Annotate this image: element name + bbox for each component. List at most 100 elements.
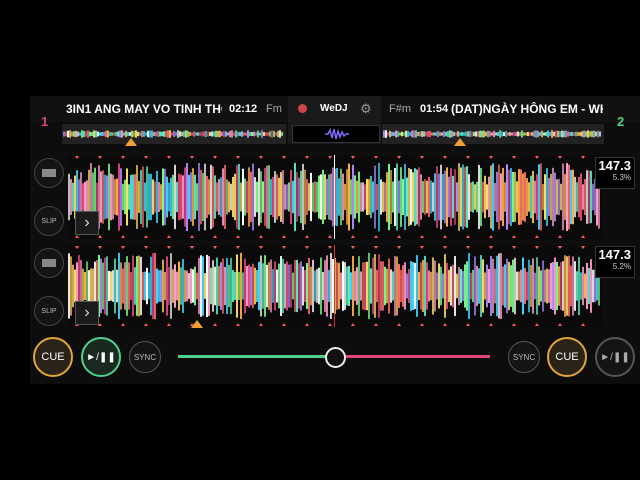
beat-marker (420, 323, 424, 326)
deck2-slip-button[interactable]: SLIP (34, 296, 64, 326)
beat-marker (167, 156, 171, 159)
beat-marker (98, 246, 102, 249)
crossfader-knob[interactable] (325, 347, 346, 368)
beat-marker (282, 235, 286, 238)
beat-marker (512, 246, 516, 249)
deck2-playhead (334, 245, 335, 327)
beat-marker (443, 246, 447, 249)
beat-marker (190, 246, 194, 249)
beat-marker (374, 235, 378, 238)
beat-marker (397, 156, 401, 159)
waveform-toggle[interactable] (292, 125, 380, 143)
deck1-play-pause-button[interactable]: ►/❚❚ (81, 337, 121, 377)
beat-marker (75, 156, 79, 159)
deck2-pitch: 5.2% (612, 262, 631, 271)
beat-marker (259, 323, 263, 326)
beat-marker (466, 156, 470, 159)
beat-marker (305, 156, 309, 159)
beat-marker (420, 235, 424, 238)
beat-marker (282, 323, 286, 326)
beat-marker (259, 156, 263, 159)
beat-marker (351, 246, 355, 249)
deck1-time: 02:12 (229, 103, 258, 115)
deck2-view-button[interactable] (34, 248, 64, 278)
gear-icon[interactable]: ⚙ (360, 101, 372, 117)
deck2-bpm-display[interactable]: 147.3 5.2% (595, 246, 635, 278)
beat-marker (581, 323, 585, 326)
beat-marker (190, 156, 194, 159)
beat-marker (397, 323, 401, 326)
beat-marker (305, 246, 309, 249)
deck1-track-title[interactable]: 3IN1 ANG MAY VO TINH THON (66, 102, 222, 116)
deck2-overview[interactable] (382, 124, 604, 144)
record-icon[interactable] (298, 104, 307, 113)
beat-marker (167, 246, 171, 249)
deck1-number: 1 (41, 114, 49, 129)
deck2-track-title[interactable]: (DAT)NGÀY HÔNG EM - WK x C (451, 102, 603, 116)
beat-marker (98, 235, 102, 238)
deck2-chevron-right-icon[interactable]: › (75, 301, 99, 325)
beat-marker (167, 235, 171, 238)
deck1-pitch: 5.3% (612, 173, 631, 182)
beat-marker (144, 246, 148, 249)
beat-marker (489, 156, 493, 159)
deck2-lane-cue-marker (191, 320, 203, 328)
beat-marker (466, 246, 470, 249)
beat-marker (236, 235, 240, 238)
app-brand: WeDJ (320, 103, 348, 114)
beat-marker (581, 156, 585, 159)
beat-marker (558, 246, 562, 249)
deck1-playhead (334, 155, 335, 239)
beat-marker (75, 235, 79, 238)
beat-marker (351, 235, 355, 238)
beat-marker (489, 235, 493, 238)
beat-marker (213, 246, 217, 249)
beat-marker (558, 323, 562, 326)
beat-marker (374, 246, 378, 249)
beat-marker (328, 156, 332, 159)
beat-marker (489, 323, 493, 326)
beat-marker (305, 323, 309, 326)
beat-marker (420, 246, 424, 249)
deck1-chevron-right-icon[interactable]: › (75, 211, 99, 235)
beat-marker (581, 235, 585, 238)
deck1-view-button[interactable] (34, 158, 64, 188)
beat-marker (305, 235, 309, 238)
deck1-sync-button[interactable]: SYNC (129, 341, 161, 373)
deck1-cue-button[interactable]: CUE (33, 337, 73, 377)
beat-marker (236, 156, 240, 159)
beat-marker (167, 323, 171, 326)
deck1-slip-button[interactable]: SLIP (34, 206, 64, 236)
beat-marker (75, 246, 79, 249)
beat-marker (259, 246, 263, 249)
beat-marker (121, 156, 125, 159)
deck2-cue-marker (454, 138, 466, 146)
beat-marker (466, 235, 470, 238)
beat-marker (236, 246, 240, 249)
beat-marker (535, 235, 539, 238)
beat-marker (443, 235, 447, 238)
beat-marker (351, 323, 355, 326)
beat-marker (144, 235, 148, 238)
deck2-key: F#m (389, 103, 411, 115)
beat-marker (328, 235, 332, 238)
beat-marker (282, 246, 286, 249)
beat-marker (512, 323, 516, 326)
beat-marker (397, 235, 401, 238)
beat-marker (443, 323, 447, 326)
deck1-overview[interactable] (62, 124, 286, 144)
deck1-bpm-display[interactable]: 147.3 5.3% (595, 157, 635, 189)
beat-marker (374, 156, 378, 159)
beat-marker (535, 156, 539, 159)
beat-marker (512, 235, 516, 238)
deck2-play-pause-button[interactable]: ►/❚❚ (595, 337, 635, 377)
beat-marker (121, 246, 125, 249)
beat-marker (351, 156, 355, 159)
deck2-bpm: 147.3 (598, 247, 631, 262)
deck2-cue-button[interactable]: CUE (547, 337, 587, 377)
beat-marker (535, 246, 539, 249)
deck2-sync-button[interactable]: SYNC (508, 341, 540, 373)
beat-marker (328, 323, 332, 326)
beat-marker (397, 246, 401, 249)
beat-marker (535, 323, 539, 326)
